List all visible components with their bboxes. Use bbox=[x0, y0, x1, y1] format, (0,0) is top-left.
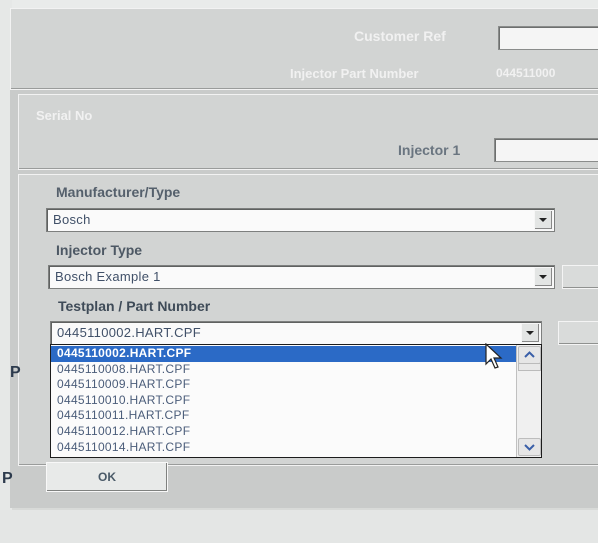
chevron-up-icon bbox=[524, 351, 535, 358]
chevron-down-icon bbox=[539, 218, 547, 222]
serial-no-label: Serial No bbox=[36, 108, 93, 123]
dropdown-item[interactable]: 0445110014.HART.CPF bbox=[51, 440, 517, 456]
scroll-thumb[interactable] bbox=[518, 363, 541, 371]
chevron-down-icon bbox=[524, 444, 535, 451]
injector-type-side-button[interactable] bbox=[562, 265, 598, 289]
screen: Customer Ref Injector Part Number 044511… bbox=[2, 8, 598, 508]
manufacturer-label: Manufacturer/Type bbox=[56, 184, 181, 200]
injector-type-select[interactable]: Bosch Example 1 bbox=[48, 265, 555, 289]
injector-1-field[interactable] bbox=[494, 138, 598, 162]
dropdown-item[interactable]: 0445110012.HART.CPF bbox=[51, 424, 517, 440]
ok-button[interactable]: OK bbox=[46, 462, 168, 492]
ok-button-label: OK bbox=[98, 470, 116, 484]
dropdown-item[interactable]: 0445110008.HART.CPF bbox=[51, 362, 517, 378]
injector-part-number-label: Injector Part Number bbox=[290, 66, 419, 81]
dropdown-item[interactable]: 0445110010.HART.CPF bbox=[51, 393, 517, 409]
chevron-down-icon bbox=[539, 275, 547, 279]
injector-type-dropdown-button[interactable] bbox=[534, 267, 553, 287]
injector-1-label: Injector 1 bbox=[398, 142, 461, 158]
scroll-up-button[interactable] bbox=[518, 346, 541, 364]
testplan-value: 0445110002.HART.CPF bbox=[57, 325, 201, 340]
dropdown-item[interactable]: 0445110011.HART.CPF bbox=[51, 408, 517, 424]
background-p-letter: P bbox=[2, 470, 13, 487]
dropdown-items: 0445110002.HART.CPF 0445110008.HART.CPF … bbox=[51, 346, 517, 455]
customer-ref-field[interactable] bbox=[498, 26, 598, 50]
injector-type-value: Bosch Example 1 bbox=[55, 269, 161, 284]
customer-ref-label: Customer Ref bbox=[354, 28, 446, 44]
chevron-down-icon bbox=[526, 331, 534, 335]
testplan-dropdown-button[interactable] bbox=[521, 323, 540, 343]
injector-part-number-value: 044511000 bbox=[496, 66, 556, 80]
testplan-side-button[interactable] bbox=[558, 321, 598, 345]
monitor-bezel-bottom bbox=[0, 510, 598, 543]
dropdown-item[interactable]: 0445110002.HART.CPF bbox=[51, 346, 517, 362]
testplan-dropdown-list[interactable]: 0445110002.HART.CPF 0445110008.HART.CPF … bbox=[50, 344, 542, 458]
dropdown-item[interactable]: 0445110009.HART.CPF bbox=[51, 377, 517, 393]
injector-type-label: Injector Type bbox=[56, 242, 143, 258]
manufacturer-value: Bosch bbox=[53, 212, 91, 227]
scroll-down-button[interactable] bbox=[518, 438, 541, 456]
testplan-label: Testplan / Part Number bbox=[58, 298, 211, 314]
dropdown-scrollbar[interactable] bbox=[516, 345, 541, 457]
background-p-letter: P bbox=[10, 364, 21, 381]
manufacturer-dropdown-button[interactable] bbox=[534, 210, 553, 230]
testplan-select[interactable]: 0445110002.HART.CPF bbox=[50, 321, 542, 345]
manufacturer-select[interactable]: Bosch bbox=[46, 208, 555, 232]
mouse-cursor-icon bbox=[485, 343, 503, 369]
